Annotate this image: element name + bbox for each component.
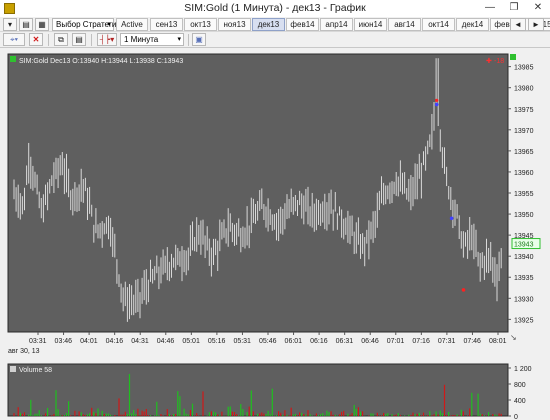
price-tick-label: 13970 bbox=[514, 128, 534, 135]
time-tick-label: 06:31 bbox=[336, 338, 354, 345]
resize-icon: ↘ bbox=[510, 333, 517, 342]
volume-tick-label: 800 bbox=[514, 382, 526, 389]
copy-icon[interactable]: ⧉ bbox=[54, 33, 68, 46]
minimize-button[interactable]: — bbox=[478, 0, 502, 16]
position-badge: -18 bbox=[494, 58, 504, 65]
tab-ноя13[interactable]: ноя13 bbox=[218, 18, 251, 31]
cursor-tool-icon[interactable]: ⌖▾ bbox=[3, 33, 25, 46]
price-tick-label: 13950 bbox=[514, 212, 534, 219]
chart-canvas[interactable]: SIM:Gold Dec13 O:13940 H:13944 L:13938 C… bbox=[0, 48, 550, 420]
time-tick-label: 07:46 bbox=[463, 338, 481, 345]
time-tick-label: 05:01 bbox=[182, 338, 200, 345]
price-tick-label: 13930 bbox=[514, 296, 534, 303]
price-tick-label: 13975 bbox=[514, 107, 534, 114]
chevron-down-icon: ▾ bbox=[107, 21, 111, 28]
window-title: SIM:Gold (1 Минута) - дек13 - График bbox=[184, 2, 366, 14]
price-tick-label: 13925 bbox=[514, 317, 534, 324]
chevron-down-icon: ▾ bbox=[177, 36, 181, 43]
tab-окт14[interactable]: окт14 bbox=[422, 18, 455, 31]
contract-nav-next-icon[interactable]: ► bbox=[528, 18, 544, 31]
time-tick-label: 04:46 bbox=[157, 338, 175, 345]
trade-marker bbox=[434, 102, 439, 107]
time-tick-label: 06:46 bbox=[361, 338, 379, 345]
tab-фев14[interactable]: фев14 bbox=[286, 18, 319, 31]
interval-select-label: 1 Минута bbox=[124, 35, 159, 44]
title-bar: SIM:Gold (1 Минута) - дек13 - График — ❐… bbox=[0, 0, 550, 17]
price-panel-icon bbox=[10, 56, 16, 62]
strategy-icon[interactable]: ▦ bbox=[35, 18, 49, 31]
tab-дек13[interactable]: дек13 bbox=[252, 18, 285, 31]
trade-marker bbox=[435, 98, 439, 102]
price-tick-label: 13980 bbox=[514, 86, 534, 93]
price-header: SIM:Gold Dec13 O:13940 H:13944 L:13938 C… bbox=[19, 58, 183, 65]
volume-panel-icon bbox=[10, 366, 16, 372]
volume-tick-label: 400 bbox=[514, 398, 526, 405]
volume-panel bbox=[7, 363, 509, 417]
time-tick-label: 08:01 bbox=[489, 338, 507, 345]
price-tick-label: 13940 bbox=[514, 254, 534, 261]
strategy-select[interactable]: Выбор Стратегии ▾ bbox=[52, 18, 121, 31]
time-tick-label: 06:01 bbox=[285, 338, 303, 345]
price-tick-label: 13935 bbox=[514, 275, 534, 282]
time-tick-label: 07:01 bbox=[387, 338, 405, 345]
time-tick-label: 05:46 bbox=[259, 338, 277, 345]
time-tick-label: 04:01 bbox=[80, 338, 98, 345]
green-marker-icon bbox=[510, 54, 516, 60]
volume-header: Volume 58 bbox=[19, 367, 52, 374]
date-label: авг 30, 13 bbox=[8, 348, 40, 355]
interval-select[interactable]: 1 Минута ▾ bbox=[120, 33, 184, 46]
bar-type-icon[interactable]: ┤┝▾ bbox=[97, 33, 117, 46]
tab-апр14[interactable]: апр14 bbox=[320, 18, 353, 31]
drawing-toolbar: ⌖▾ ✕ ⧉ ▤ ┤┝▾ 1 Минута ▾ ▣ bbox=[0, 32, 550, 48]
tab-сен13[interactable]: сен13 bbox=[150, 18, 183, 31]
time-tick-label: 05:16 bbox=[208, 338, 226, 345]
delete-icon[interactable]: ✕ bbox=[29, 33, 43, 46]
tab-окт13[interactable]: окт13 bbox=[184, 18, 217, 31]
time-tick-label: 04:16 bbox=[106, 338, 124, 345]
contract-nav-prev-icon[interactable]: ◄ bbox=[510, 18, 526, 31]
time-tick-label: 06:16 bbox=[310, 338, 328, 345]
data-window-icon[interactable]: ▤ bbox=[72, 33, 86, 46]
price-tick-label: 13965 bbox=[514, 149, 534, 156]
time-tick-label: 05:31 bbox=[233, 338, 251, 345]
active-toggle[interactable]: Active bbox=[116, 18, 148, 31]
chart-area[interactable]: SIM:Gold Dec13 O:13940 H:13944 L:13938 C… bbox=[0, 48, 550, 420]
tab-авг14[interactable]: авг14 bbox=[388, 18, 421, 31]
chart-settings-icon[interactable]: ▤ bbox=[19, 18, 33, 31]
close-button[interactable]: ✕ bbox=[526, 0, 550, 16]
last-price-label: 13943 bbox=[514, 242, 534, 249]
time-tick-label: 03:46 bbox=[55, 338, 73, 345]
time-tick-label: 07:31 bbox=[438, 338, 456, 345]
main-toolbar: ▾ ▤ ▦ Выбор Стратегии ▾ Active сен13 окт1… bbox=[0, 17, 550, 32]
tab-дек14[interactable]: дек14 bbox=[456, 18, 489, 31]
time-tick-label: 07:16 bbox=[412, 338, 430, 345]
tab-июн14[interactable]: июн14 bbox=[354, 18, 387, 31]
strategy-select-label: Выбор Стратегии bbox=[56, 20, 121, 29]
trade-marker bbox=[449, 216, 454, 221]
volume-tick-label: 0 bbox=[514, 414, 518, 420]
price-tick-label: 13985 bbox=[514, 65, 534, 72]
time-tick-label: 03:31 bbox=[29, 338, 47, 345]
price-tick-label: 13960 bbox=[514, 170, 534, 177]
trade-marker bbox=[461, 288, 466, 292]
position-arrow-icon: ✚ bbox=[486, 57, 492, 65]
price-tick-label: 13955 bbox=[514, 191, 534, 198]
time-tick-label: 04:31 bbox=[131, 338, 149, 345]
layout-icon[interactable]: ▣ bbox=[192, 33, 206, 46]
volume-tick-label: 1 200 bbox=[514, 366, 532, 373]
menu-icon[interactable]: ▾ bbox=[3, 18, 17, 31]
maximize-button[interactable]: ❐ bbox=[502, 0, 526, 16]
